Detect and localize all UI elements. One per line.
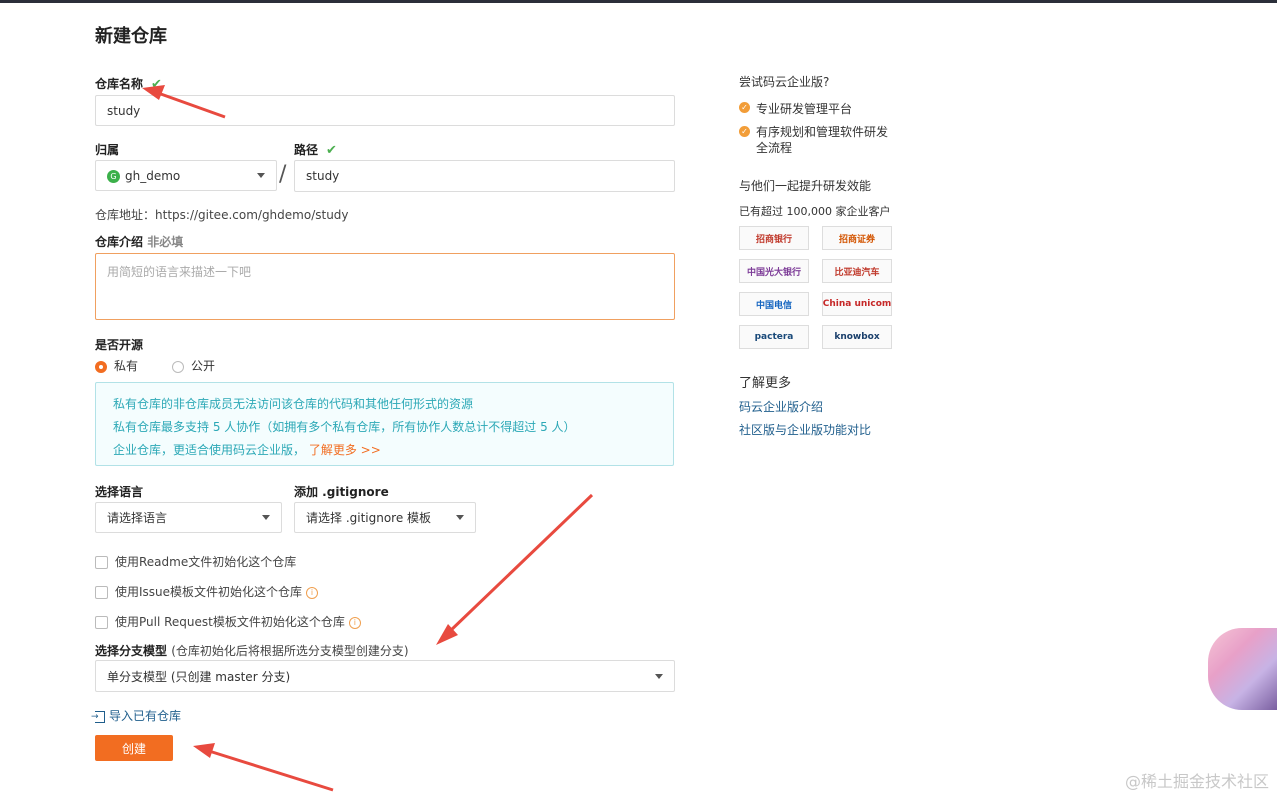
arrow-line-3 [208, 749, 334, 792]
arrow-line-2 [446, 493, 594, 635]
arrow-head-1 [142, 85, 165, 100]
arrow-head-3 [193, 743, 215, 758]
annotation-arrows [142, 85, 594, 792]
arrow-line-1 [157, 91, 226, 119]
watermark: @稀土掘金技术社区 [1124, 772, 1269, 791]
